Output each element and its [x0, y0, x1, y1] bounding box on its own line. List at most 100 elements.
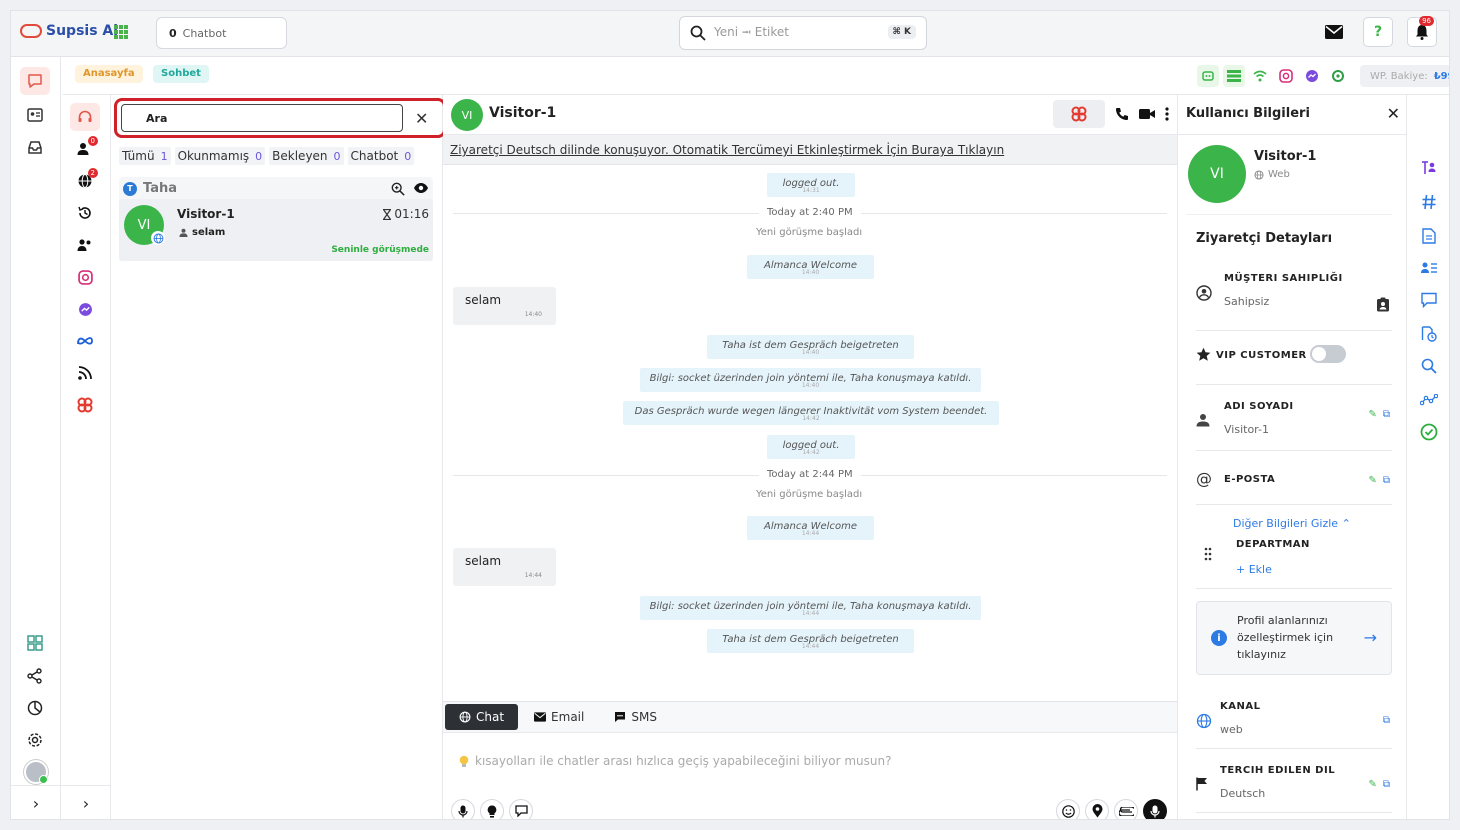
phone-icon[interactable] [1115, 107, 1129, 121]
chat-bubble-icon [28, 74, 42, 88]
filter-unread[interactable]: Okunmamış 0 [174, 147, 266, 165]
more-vertical-icon[interactable] [1165, 107, 1169, 121]
voice-note-button[interactable] [451, 799, 475, 819]
strip-user-tag[interactable] [1418, 157, 1440, 179]
edit-pencil-icon[interactable]: ✎ [1368, 409, 1376, 420]
instagram-channel-icon[interactable] [1275, 65, 1297, 87]
copy-icon[interactable]: ⧉ [1383, 715, 1390, 726]
breadcrumb-home[interactable]: Anasayfa [75, 65, 143, 83]
filter-history[interactable] [70, 199, 100, 227]
strip-document[interactable] [1418, 225, 1440, 247]
edit-pencil-icon[interactable]: ✎ [1368, 475, 1376, 486]
emoji-button[interactable] [1056, 799, 1080, 819]
green-channel-icon[interactable] [1327, 65, 1349, 87]
eye-icon[interactable] [413, 182, 429, 194]
file-clock-icon [1421, 326, 1437, 342]
messenger-channel-icon[interactable] [1301, 65, 1323, 87]
wallet-balance[interactable]: WP. Bakiye: ₺99,50 [1360, 65, 1449, 87]
filter-messenger[interactable] [70, 295, 100, 323]
location-button[interactable] [1085, 799, 1109, 819]
conversation-item[interactable]: VI Visitor-1 01:16 selam Seninle görüşme… [119, 199, 433, 261]
tab-chat[interactable]: Chat [445, 704, 519, 730]
day-label: Today at 2:40 PM [759, 207, 861, 218]
search-icon [690, 25, 706, 41]
nav-contacts[interactable] [20, 101, 50, 129]
nav-chat[interactable] [20, 67, 50, 95]
filter-global[interactable]: 2 [70, 167, 100, 195]
close-search-icon[interactable]: ✕ [415, 109, 428, 128]
filter-rss[interactable] [70, 359, 100, 387]
filter-instagram[interactable] [70, 263, 100, 291]
strip-history-file[interactable] [1418, 323, 1440, 345]
strip-message-check[interactable] [1418, 289, 1440, 311]
ai-suggestion-button[interactable] [480, 799, 504, 819]
vip-toggle[interactable] [1310, 345, 1346, 363]
list-channel-icon[interactable] [1223, 65, 1245, 87]
filter-waiting[interactable]: Bekleyen 0 [269, 147, 344, 165]
field-value: Deutsch [1220, 787, 1266, 800]
global-search[interactable]: Yeni ⭲ Etiket ⌘ K [679, 16, 927, 50]
field-value: Sahipsiz [1224, 295, 1270, 308]
nav-settings[interactable] [20, 726, 50, 754]
copy-icon[interactable]: ⧉ [1383, 475, 1390, 486]
user-avatar[interactable] [24, 760, 48, 784]
nav-integrations[interactable] [20, 662, 50, 690]
nav-dashboard[interactable] [20, 629, 50, 657]
filter-all[interactable]: Tümü 1 [119, 147, 171, 165]
strip-verified[interactable] [1418, 421, 1440, 443]
close-icon[interactable]: ✕ [1387, 104, 1400, 123]
video-icon[interactable] [1139, 108, 1155, 120]
assign-owner-icon[interactable] [1376, 297, 1390, 312]
strip-contact-list[interactable] [1418, 257, 1440, 279]
user-icon [179, 228, 188, 237]
template-button[interactable] [509, 799, 533, 819]
nav-reports[interactable] [20, 694, 50, 722]
apps-grid-icon[interactable] [114, 25, 128, 39]
strip-timeline[interactable] [1418, 389, 1440, 411]
copy-icon[interactable]: ⧉ [1383, 409, 1390, 420]
auto-translate-banner[interactable]: Ziyaretçi Deutsch dilinde konuşuyor. Oto… [443, 135, 1177, 165]
composer-tabs: Chat Email SMS [445, 704, 671, 730]
brand-action-button[interactable] [1053, 100, 1105, 128]
filter-meta[interactable] [70, 327, 100, 355]
field-language: TERCIH EDILEN DIL Deutsch ✎ ⧉ [1196, 759, 1392, 813]
filter-brand[interactable] [70, 391, 100, 419]
paperclip-icon [1118, 806, 1134, 816]
brand-logo[interactable]: Supsis Ai [20, 23, 118, 39]
help-button[interactable]: ? [1363, 17, 1393, 47]
message-check-icon [1421, 292, 1437, 308]
filter-chatbot[interactable]: Chatbot 0 [347, 147, 415, 165]
record-audio-button[interactable] [1143, 799, 1167, 819]
mail-button[interactable] [1319, 17, 1349, 47]
attach-button[interactable] [1114, 799, 1138, 819]
tab-sms[interactable]: SMS [600, 704, 671, 730]
zoom-search-icon[interactable] [391, 182, 405, 196]
chat-header: VI Visitor-1 [443, 95, 1177, 135]
gear-icon [28, 733, 42, 747]
tab-email[interactable]: Email [520, 704, 598, 730]
wifi-channel-icon[interactable] [1249, 65, 1271, 87]
hide-other-info-link[interactable]: Diğer Bilgileri Gizle ⌃ [1233, 517, 1351, 530]
filter-visitors[interactable]: 0 [70, 135, 100, 163]
chatbot-selector[interactable]: 0 Chatbot [156, 17, 287, 49]
filter-support[interactable] [70, 103, 100, 131]
strip-hashtag[interactable] [1418, 191, 1440, 213]
nav-inbox[interactable] [20, 133, 50, 161]
filter-team[interactable] [70, 231, 100, 259]
conversation-search-input[interactable] [121, 104, 403, 132]
bot-channel-icon[interactable] [1197, 65, 1219, 87]
inbox-icon [28, 141, 42, 154]
notifications-button[interactable]: 96 [1407, 16, 1437, 47]
message-input[interactable]: kısayolları ile chatler arası hızlıca ge… [443, 732, 1177, 819]
info-icon: i [1211, 630, 1227, 646]
edit-pencil-icon[interactable]: ✎ [1368, 779, 1376, 790]
drag-handle-icon[interactable] [1204, 547, 1212, 561]
customize-profile-card[interactable]: i Profil alanlarınızı özelleştirmek için… [1196, 601, 1392, 675]
expand-filter-rail-button[interactable]: › [61, 785, 111, 819]
strip-search[interactable] [1418, 355, 1440, 377]
expand-rail-button[interactable]: › [11, 785, 61, 819]
field-vip: VIP CUSTOMER [1196, 343, 1392, 385]
add-department-link[interactable]: + Ekle [1236, 563, 1272, 576]
breadcrumb-current[interactable]: Sohbet [153, 65, 209, 83]
copy-icon[interactable]: ⧉ [1383, 779, 1390, 790]
